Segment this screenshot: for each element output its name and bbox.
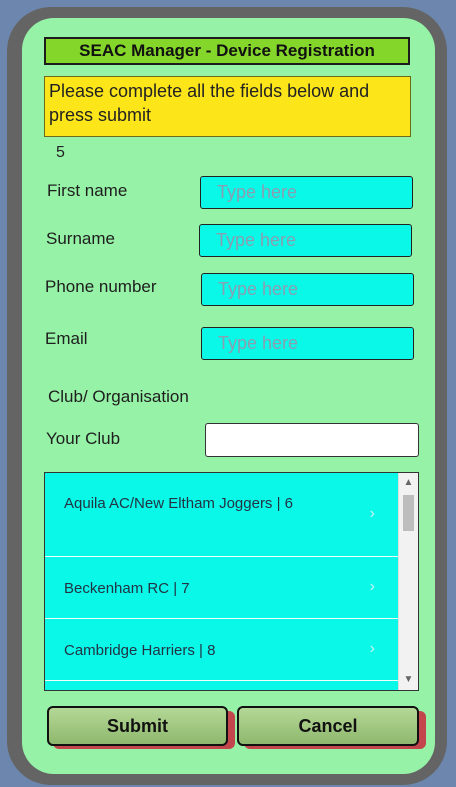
phone-number-field[interactable]: Type here	[201, 273, 414, 306]
chevron-right-icon: ›	[369, 505, 375, 522]
your-club-label: Your Club	[46, 429, 121, 448]
chevron-right-icon: ›	[369, 640, 375, 657]
email-label: Email	[45, 329, 88, 348]
club-section-label: Club/ Organisation	[48, 387, 189, 406]
page-title: SEAC Manager - Device Registration	[44, 37, 410, 65]
count-label: 5	[56, 144, 65, 161]
cancel-button[interactable]: Cancel	[237, 706, 419, 746]
scroll-thumb[interactable]	[403, 495, 414, 531]
your-club-input[interactable]	[205, 423, 419, 457]
email-field[interactable]: Type here	[201, 327, 414, 360]
first-name-label: First name	[47, 181, 128, 200]
list-item[interactable]: Aquila AC/New Eltham Joggers | 6 ›	[45, 473, 399, 557]
club-list[interactable]: Aquila AC/New Eltham Joggers | 6 › Becke…	[44, 472, 419, 691]
instructions-notice: Please complete all the fields below and…	[44, 76, 411, 137]
list-item[interactable]: Cambridge Harriers | 8 ›	[45, 619, 399, 681]
surname-label: Surname	[46, 229, 115, 248]
list-item-label: Beckenham RC | 7	[64, 580, 190, 597]
chevron-right-icon: ›	[369, 578, 375, 595]
submit-button[interactable]: Submit	[47, 706, 228, 746]
list-scrollbar[interactable]: ▲ ▼	[398, 473, 418, 690]
list-item-label: Aquila AC/New Eltham Joggers | 6	[64, 495, 294, 512]
scroll-down-icon[interactable]: ▼	[399, 672, 418, 688]
scroll-up-icon[interactable]: ▲	[399, 475, 418, 491]
list-item[interactable]: Beckenham RC | 7 ›	[45, 557, 399, 619]
first-name-field[interactable]: Type here	[200, 176, 413, 209]
registration-panel: SEAC Manager - Device Registration Pleas…	[22, 18, 435, 774]
phone-number-label: Phone number	[45, 277, 157, 296]
list-item-label: Cambridge Harriers | 8	[64, 642, 216, 659]
surname-field[interactable]: Type here	[199, 224, 412, 257]
